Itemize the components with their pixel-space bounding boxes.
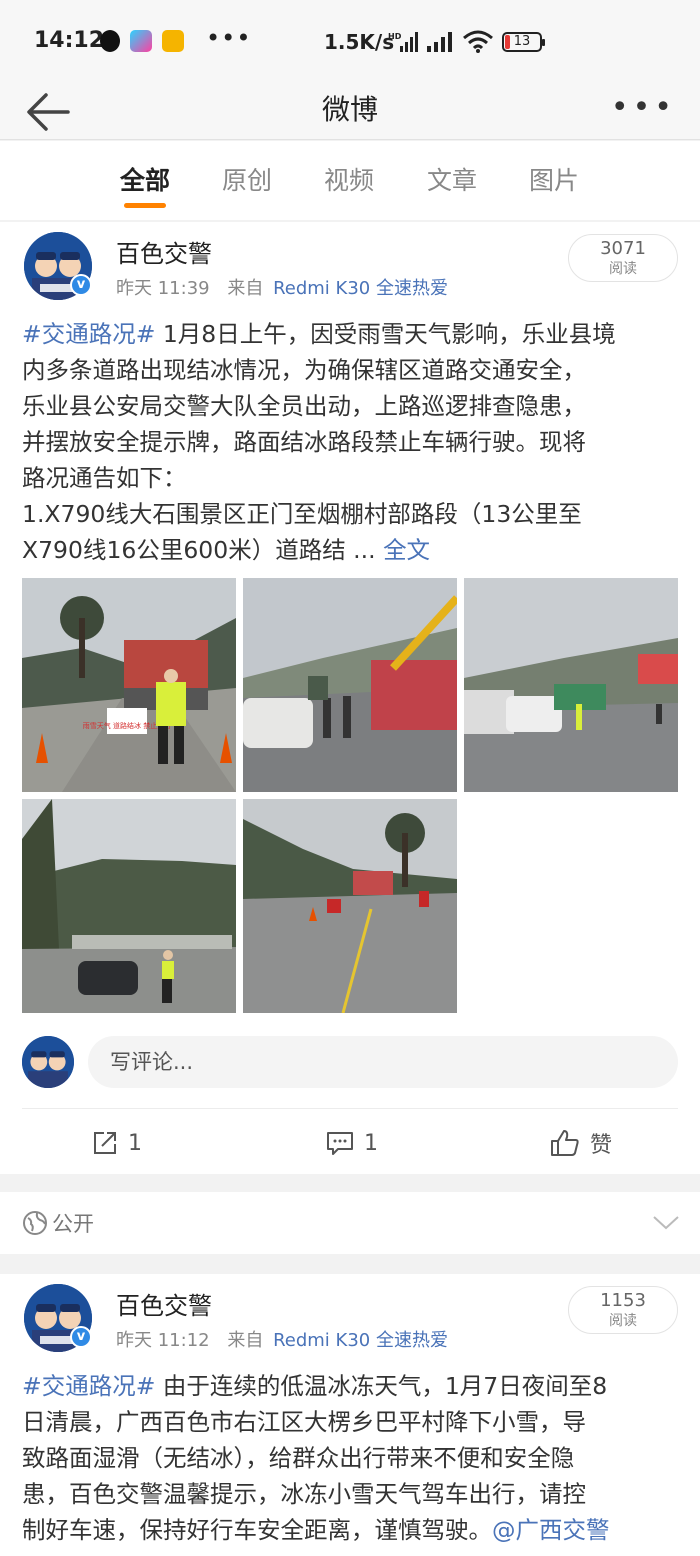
post-photo[interactable] bbox=[464, 578, 678, 792]
visibility-bar[interactable]: 公开 bbox=[0, 1192, 700, 1254]
read-label: 阅读 bbox=[609, 1313, 637, 1329]
status-more-icon: ••• bbox=[206, 24, 252, 52]
post-text: #交通路况# 1月8日上午，因受雨雪天气影响，乐业县境 内多条道路出现结冰情况，… bbox=[22, 320, 616, 564]
comment-count: 1 bbox=[364, 1130, 378, 1156]
like-label: 赞 bbox=[590, 1133, 613, 1158]
post-text: #交通路况# 由于连续的低温冰冻天气，1月7日夜间至8 日清晨，广西百色市右江区… bbox=[22, 1372, 610, 1544]
read-count: 3071 bbox=[600, 238, 646, 259]
status-time: 14:12 bbox=[34, 28, 105, 53]
post-photo[interactable] bbox=[243, 799, 457, 1013]
comment-input[interactable]: 写评论... bbox=[88, 1036, 678, 1088]
status-indicators: HD 13 bbox=[388, 30, 545, 54]
read-count: 1153 bbox=[600, 1290, 646, 1311]
topic-tag[interactable]: #交通路况# bbox=[22, 1372, 155, 1400]
battery-icon: 13 bbox=[502, 32, 545, 52]
post-meta: 昨天 11:12 来自 Redmi K30 全速热爱 bbox=[116, 1326, 448, 1352]
comment-button[interactable]: 1 bbox=[326, 1112, 378, 1174]
tab-video[interactable]: 视频 bbox=[324, 161, 374, 197]
weibo-app-icon bbox=[162, 30, 184, 52]
chevron-down-icon[interactable] bbox=[652, 1214, 680, 1232]
battery-level: 13 bbox=[513, 34, 531, 49]
globe-icon bbox=[23, 1211, 47, 1235]
divider bbox=[22, 1108, 678, 1109]
page-title: 微博 bbox=[321, 93, 378, 126]
repost-icon bbox=[94, 1132, 116, 1154]
verified-icon: v bbox=[70, 274, 92, 296]
tab-article[interactable]: 文章 bbox=[427, 161, 477, 197]
filter-tabs: 全部 原创 视频 文章 图片 bbox=[0, 141, 700, 220]
signal-hd-icon: HD bbox=[388, 32, 418, 52]
svg-text:HD: HD bbox=[388, 32, 402, 41]
nav-bar: 微博 ••• bbox=[0, 84, 700, 140]
tab-original[interactable]: 原创 bbox=[222, 161, 272, 197]
my-avatar bbox=[22, 1036, 74, 1088]
topic-tag[interactable]: #交通路况# bbox=[22, 320, 155, 348]
post-actions: 1 1 赞 bbox=[0, 1112, 700, 1174]
signal-icon bbox=[427, 32, 452, 52]
post-card: v 百色交警 昨天 11:12 来自 Redmi K30 全速热爱 1153 阅… bbox=[0, 1274, 700, 1556]
read-more-link[interactable]: 全文 bbox=[383, 536, 430, 564]
like-button[interactable]: 赞 bbox=[550, 1112, 612, 1174]
qq-icon bbox=[100, 30, 120, 52]
comment-icon bbox=[327, 1132, 353, 1155]
author-name[interactable]: 百色交警 bbox=[116, 234, 212, 269]
post-time: 昨天 11:12 bbox=[116, 1330, 210, 1351]
post-photo[interactable] bbox=[22, 799, 236, 1013]
post-photo[interactable]: 雨雪天气 道路结冰 禁止通行 bbox=[22, 578, 236, 792]
source-prefix: 来自 bbox=[227, 278, 264, 299]
read-label: 阅读 bbox=[609, 261, 637, 277]
network-speed: 1.5K/s bbox=[324, 30, 395, 54]
post-source[interactable]: Redmi K30 全速热爱 bbox=[273, 1330, 448, 1351]
author-name[interactable]: 百色交警 bbox=[116, 1286, 212, 1321]
youku-icon bbox=[130, 30, 152, 52]
visibility-label: 公开 bbox=[52, 1212, 94, 1236]
status-app-icons bbox=[100, 30, 184, 52]
mention-link[interactable]: @广西交警 bbox=[492, 1516, 610, 1544]
post-photo[interactable] bbox=[243, 578, 457, 792]
read-count-badge: 3071 阅读 bbox=[568, 234, 678, 282]
arrow-left-icon[interactable] bbox=[24, 90, 72, 134]
repost-button[interactable]: 1 bbox=[92, 1112, 142, 1174]
tab-indicator bbox=[124, 203, 166, 208]
post-source[interactable]: Redmi K30 全速热爱 bbox=[273, 278, 448, 299]
thumbs-up-icon bbox=[551, 1130, 579, 1156]
repost-count: 1 bbox=[128, 1130, 142, 1156]
post-card: v 百色交警 昨天 11:39 来自 Redmi K30 全速热爱 3071 阅… bbox=[0, 222, 700, 1174]
wifi-icon bbox=[463, 30, 493, 53]
status-bar: 14:12 ••• 1.5K/s HD 13 bbox=[0, 0, 700, 84]
post-meta: 昨天 11:39 来自 Redmi K30 全速热爱 bbox=[116, 274, 448, 300]
more-dots-icon[interactable]: ••• bbox=[611, 93, 676, 123]
post-time: 昨天 11:39 bbox=[116, 278, 210, 299]
tab-image[interactable]: 图片 bbox=[529, 161, 579, 197]
read-count-badge: 1153 阅读 bbox=[568, 1286, 678, 1334]
source-prefix: 来自 bbox=[227, 1330, 264, 1351]
verified-icon: v bbox=[70, 1326, 92, 1348]
tab-all[interactable]: 全部 bbox=[120, 161, 170, 197]
